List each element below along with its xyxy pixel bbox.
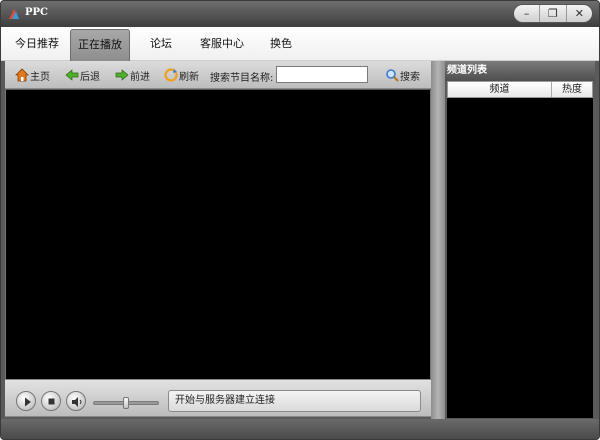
mute-button[interactable] — [66, 391, 86, 411]
app-window: PPC – ❐ ✕ 今日推荐 正在播放 论坛 客服中心 换色 主页 后退 前进 … — [0, 0, 600, 440]
tab-today-recommend[interactable]: 今日推荐 — [11, 29, 63, 61]
tab-customer-service[interactable]: 客服中心 — [195, 29, 249, 61]
column-header-popularity[interactable]: 热度 — [552, 82, 592, 97]
panel-splitter[interactable] — [431, 61, 445, 419]
restore-button[interactable]: ❐ — [540, 5, 567, 22]
forward-button[interactable]: 前进 — [115, 67, 150, 83]
main-tab-bar: 今日推荐 正在播放 论坛 客服中心 换色 — [1, 27, 599, 61]
app-logo-icon — [9, 9, 19, 19]
speaker-icon — [72, 397, 82, 407]
home-label: 主页 — [30, 71, 50, 83]
tab-change-skin[interactable]: 换色 — [263, 29, 299, 61]
channel-list-header: 频道 热度 — [447, 81, 593, 98]
stop-button[interactable] — [41, 391, 61, 411]
minimize-button[interactable]: – — [514, 5, 541, 22]
stop-icon — [48, 398, 55, 405]
program-search-input[interactable] — [276, 66, 368, 83]
home-button[interactable]: 主页 — [15, 67, 50, 83]
forward-label: 前进 — [130, 71, 150, 83]
tab-now-playing[interactable]: 正在播放 — [70, 29, 130, 61]
search-caption: 搜索节目名称: — [210, 73, 274, 84]
home-icon — [15, 68, 29, 82]
window-controls: – ❐ ✕ — [513, 4, 593, 23]
search-label: 搜索 — [400, 71, 420, 83]
playback-control-bar: 开始与服务器建立连接 — [5, 379, 431, 417]
close-button[interactable]: ✕ — [567, 5, 592, 22]
video-display[interactable] — [5, 90, 431, 379]
channel-list-title: 频道列表 — [445, 61, 595, 81]
refresh-button[interactable]: 刷新 — [164, 67, 199, 83]
refresh-icon — [164, 68, 178, 82]
back-button[interactable]: 后退 — [65, 67, 100, 83]
volume-slider-handle[interactable] — [123, 397, 129, 409]
channel-list[interactable] — [447, 98, 593, 418]
connection-status: 开始与服务器建立连接 — [168, 390, 421, 412]
back-label: 后退 — [80, 71, 100, 83]
volume-slider[interactable] — [93, 397, 159, 409]
app-title: PPC — [25, 7, 48, 18]
column-header-channel[interactable]: 频道 — [448, 82, 552, 97]
play-icon — [25, 397, 31, 407]
refresh-label: 刷新 — [179, 71, 199, 83]
forward-arrow-icon — [115, 69, 129, 81]
tab-forum[interactable]: 论坛 — [141, 29, 181, 61]
back-arrow-icon — [65, 69, 79, 81]
play-button[interactable] — [16, 391, 36, 411]
window-bottom-border — [1, 419, 599, 439]
search-icon — [386, 69, 399, 82]
browser-toolbar: 主页 后退 前进 刷新 搜索节目名称: 搜索 — [5, 61, 431, 89]
search-button[interactable]: 搜索 — [385, 67, 420, 83]
title-bar[interactable]: PPC – ❐ ✕ — [1, 1, 599, 27]
